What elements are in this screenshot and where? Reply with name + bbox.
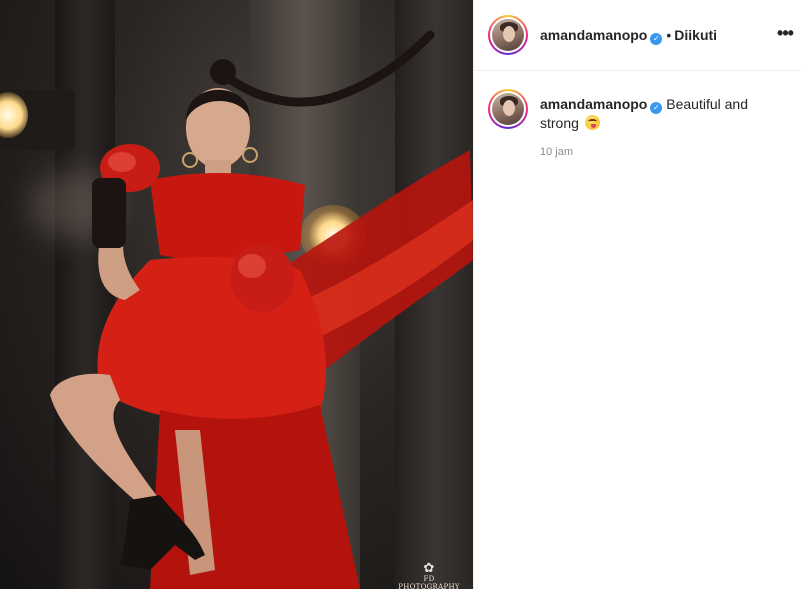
photo-watermark: ✿ FD PHOTOGRAPHY [393, 562, 465, 589]
verified-badge-icon: ✓ [650, 33, 663, 45]
header-user-line: amandamanopo ✓ • Diikuti [540, 27, 717, 45]
face-savoring-food-emoji-icon [584, 115, 600, 130]
watermark-text: FD PHOTOGRAPHY [398, 575, 460, 589]
avatar-photo [492, 93, 524, 125]
post-details-panel: amandamanopo ✓ • Diikuti ••• amandamanopo ✓ … [473, 0, 801, 589]
author-username[interactable]: amandamanopo [540, 27, 647, 43]
post-caption: amandamanopo ✓ Beautiful and strong [540, 95, 770, 132]
follow-status-button[interactable]: Diikuti [674, 27, 717, 43]
caption-author-avatar[interactable] [488, 89, 528, 129]
verified-badge-icon: ✓ [650, 102, 663, 114]
post-photo[interactable]: ✿ FD PHOTOGRAPHY [0, 0, 473, 589]
watermark-logo-icon: ✿ [423, 561, 435, 576]
caption-username[interactable]: amandamanopo [540, 96, 647, 112]
model-figure [50, 30, 473, 589]
more-options-icon[interactable]: ••• [773, 22, 797, 46]
avatar-photo [492, 19, 524, 51]
post-header: amandamanopo ✓ • Diikuti ••• [474, 0, 801, 71]
separator-dot: • [666, 27, 672, 43]
post-timestamp[interactable]: 10 jam [540, 146, 573, 158]
author-avatar[interactable] [488, 15, 528, 55]
